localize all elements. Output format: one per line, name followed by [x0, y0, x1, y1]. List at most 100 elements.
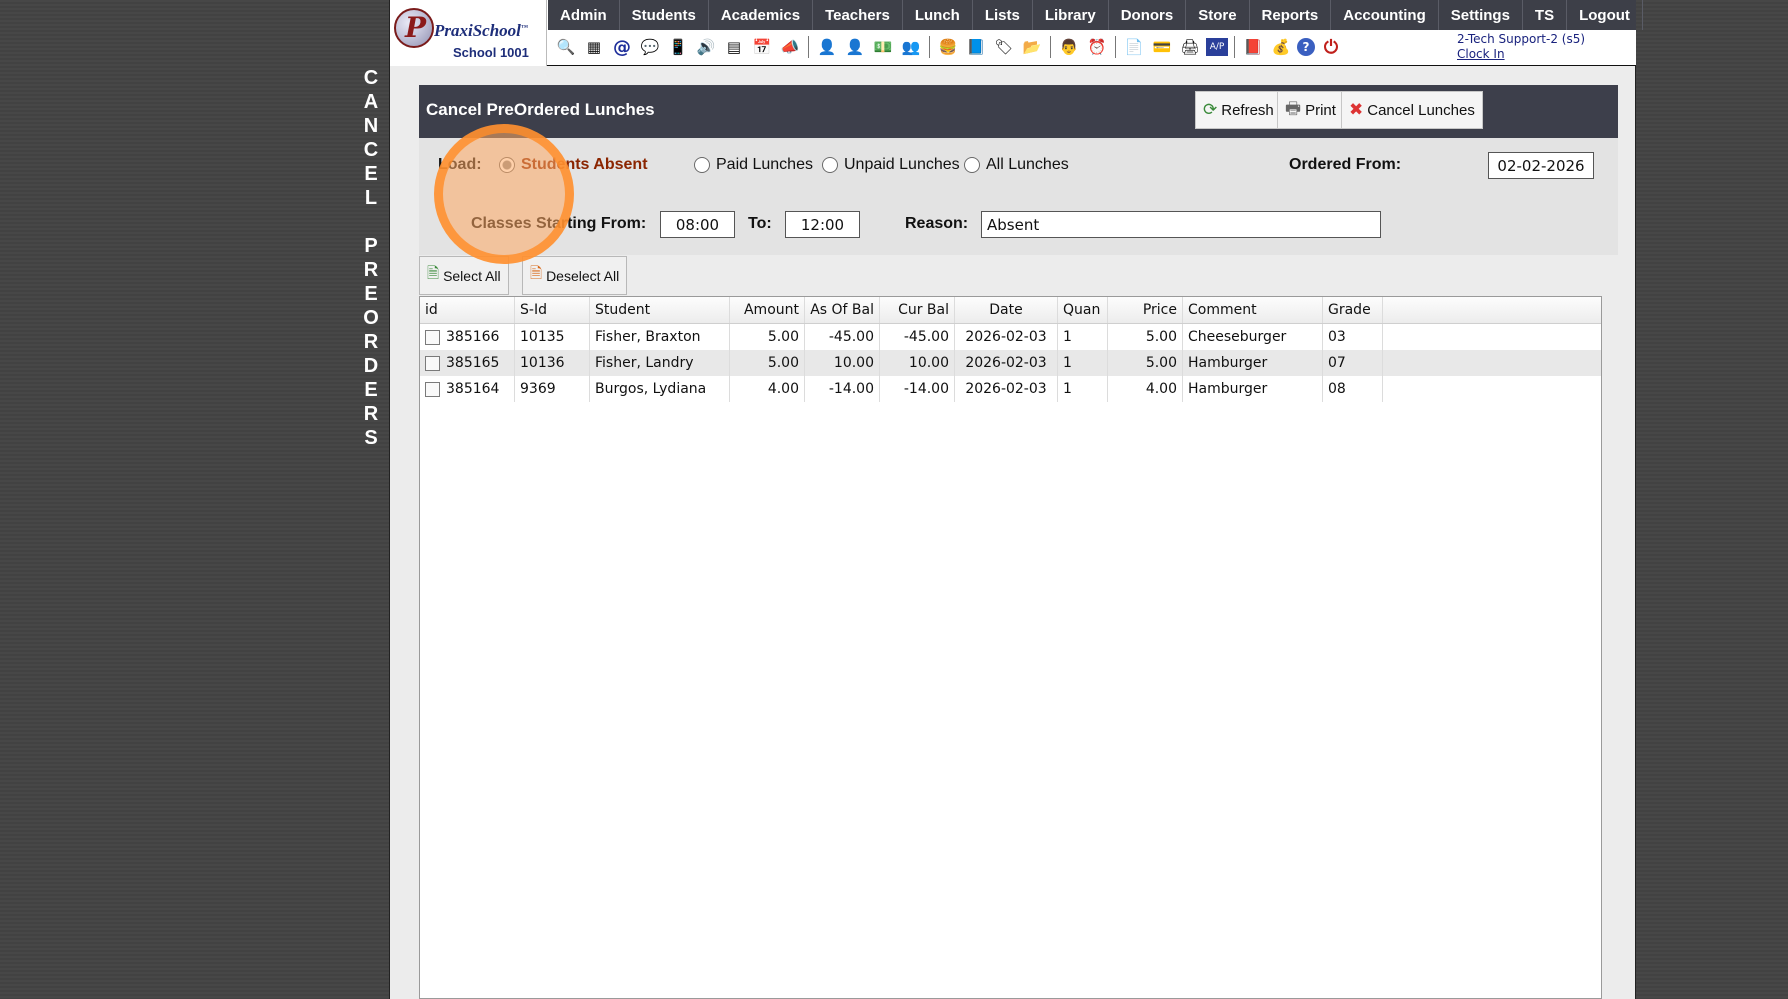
radio-students-absent-label[interactable]: Students Absent	[521, 156, 648, 174]
radio-unpaid-lunches-label[interactable]: Unpaid Lunches	[844, 156, 960, 174]
row-checkbox[interactable]	[425, 381, 440, 397]
side-title-letter: R	[363, 259, 379, 281]
deselect-all-button[interactable]: 🗎 Deselect All	[522, 256, 628, 295]
table-header: id S-Id Student Amount As Of Bal Cur Bal Date Q…	[420, 297, 1601, 324]
column-header-as-of-bal[interactable]: As Of Bal	[805, 297, 880, 323]
menu-teachers[interactable]: Teachers	[813, 0, 903, 30]
table-row[interactable]: 385164 9369 Burgos, Lydiana 4.00 -14.00 -14.0…	[420, 376, 1601, 402]
column-header-student[interactable]: Student	[590, 297, 730, 323]
radio-all-lunches-button[interactable]	[964, 157, 980, 173]
app-window: P PraxiSchool™ School 1001 Admin Students…	[389, 0, 1643, 999]
radio-unpaid-lunches[interactable]: Unpaid Lunches	[822, 156, 960, 174]
radio-all-lunches-label[interactable]: All Lunches	[986, 156, 1069, 174]
radio-unpaid-lunches-button[interactable]	[822, 157, 838, 173]
radio-paid-lunches[interactable]: Paid Lunches	[694, 156, 813, 174]
speaker-icon[interactable]: 🔊	[694, 35, 718, 59]
refresh-button[interactable]: ⟳ Refresh	[1195, 91, 1282, 129]
cell-com: Hamburger	[1183, 350, 1323, 376]
column-header-s-id[interactable]: S-Id	[515, 297, 590, 323]
menu-accounting[interactable]: Accounting	[1331, 0, 1439, 30]
cell-grade: 08	[1323, 376, 1383, 402]
pdf-icon[interactable]: 📕	[1241, 35, 1265, 59]
book-icon[interactable]: 📘	[964, 35, 988, 59]
megaphone-icon[interactable]: 📣	[778, 35, 802, 59]
clock-icon[interactable]: ⏰	[1085, 35, 1109, 59]
printer-icon: 🖶	[1285, 98, 1302, 118]
radio-paid-lunches-label[interactable]: Paid Lunches	[716, 156, 813, 174]
ordered-from-field[interactable]: 02-02-2026	[1488, 152, 1594, 179]
radio-all-lunches[interactable]: All Lunches	[964, 156, 1069, 174]
group-icon[interactable]: 👥	[899, 35, 923, 59]
folder-arrow-icon[interactable]: 📂	[1020, 35, 1044, 59]
menu-academics[interactable]: Academics	[709, 0, 814, 30]
menu-admin[interactable]: Admin	[548, 0, 620, 30]
menu-settings[interactable]: Settings	[1439, 0, 1523, 30]
print-button[interactable]: 🖶 Print	[1277, 91, 1344, 129]
person-alt-icon[interactable]: 👤	[843, 35, 867, 59]
menu-students[interactable]: Students	[620, 0, 709, 30]
column-header-id[interactable]: id	[420, 297, 515, 323]
calendar-grid-icon[interactable]: ▦	[582, 35, 606, 59]
chat-icon[interactable]: 💬	[638, 35, 662, 59]
cancel-lunches-button[interactable]: ✖ Cancel Lunches	[1341, 91, 1483, 129]
logo[interactable]: P PraxiSchool™ School 1001	[390, 0, 547, 66]
column-header-comment[interactable]: Comment	[1183, 297, 1323, 323]
person-icon[interactable]: 👤	[815, 35, 839, 59]
tag-icon[interactable]: 🏷	[992, 35, 1016, 59]
row-checkbox[interactable]	[425, 355, 440, 371]
money-icon[interactable]: 💵	[871, 35, 895, 59]
ap-icon[interactable]: A/P	[1206, 38, 1228, 56]
row-checkbox[interactable]	[425, 329, 440, 345]
cell-sid: 10136	[515, 350, 590, 376]
printer-icon[interactable]: 🖨	[1178, 35, 1202, 59]
search-icon[interactable]: 🔍	[554, 35, 578, 59]
menu-lists[interactable]: Lists	[973, 0, 1033, 30]
menu-library[interactable]: Library	[1033, 0, 1109, 30]
icon-toolbar: 🔍 ▦ @ 💬 📱 🔊 ▤ 📅 📣 👤 👤 💵 👥 🍔 📘 🏷 📂 👨 ⏰ 📄 💳 🖨 A/P 📕 💰? ⏻	[548, 32, 1448, 62]
column-header-grade[interactable]: Grade	[1323, 297, 1383, 323]
select-all-button[interactable]: 🗎 Select All	[419, 256, 509, 295]
phone-icon[interactable]: 📱	[666, 35, 690, 59]
clock-in-link[interactable]: Clock In	[1457, 47, 1585, 62]
power-icon[interactable]: ⏻	[1319, 35, 1343, 59]
cell-stu: Fisher, Braxton	[590, 324, 730, 350]
cell-quan: 1	[1058, 350, 1108, 376]
column-header-amount[interactable]: Amount	[730, 297, 805, 323]
menu-ts[interactable]: TS	[1523, 0, 1568, 30]
card-icon[interactable]: 💳	[1150, 35, 1174, 59]
calendar-icon[interactable]: 📅	[750, 35, 774, 59]
menu-reports[interactable]: Reports	[1250, 0, 1332, 30]
teacher-icon[interactable]: 👨	[1057, 35, 1081, 59]
cancel-x-icon: ✖	[1349, 100, 1364, 119]
radio-paid-lunches-button[interactable]	[694, 157, 710, 173]
menu-logout[interactable]: Logout	[1567, 0, 1643, 30]
column-header-price[interactable]: Price	[1108, 297, 1183, 323]
menu-lunch[interactable]: Lunch	[903, 0, 973, 30]
cell-asof: 10.00	[805, 350, 880, 376]
table-row[interactable]: 385166 10135 Fisher, Braxton 5.00 -45.00 -45.…	[420, 324, 1601, 350]
radio-students-absent[interactable]: Students Absent	[499, 156, 648, 174]
table-row[interactable]: 385165 10136 Fisher, Landry 5.00 10.00 10.00 2…	[420, 350, 1601, 376]
reason-field[interactable]: Absent	[981, 211, 1381, 238]
column-header-date[interactable]: Date	[955, 297, 1058, 323]
logo-name: PraxiSchool™	[434, 21, 528, 40]
user-name: 2-Tech Support-2 (s5)	[1457, 32, 1586, 46]
email-icon[interactable]: @	[610, 35, 634, 59]
side-title-letter: D	[363, 355, 379, 377]
side-title-letter: C	[363, 139, 379, 161]
schedule-icon[interactable]: ▤	[722, 35, 746, 59]
lunch-icon[interactable]: 🍔	[936, 35, 960, 59]
menu-store[interactable]: Store	[1186, 0, 1250, 30]
cell-price: 5.00	[1108, 350, 1183, 376]
help-icon[interactable]: ?	[1297, 38, 1315, 56]
classes-from-field[interactable]: 08:00	[660, 211, 735, 238]
logo-emblem: P	[394, 8, 434, 48]
column-header-cur-bal[interactable]: Cur Bal	[880, 297, 955, 323]
menu-donors[interactable]: Donors	[1109, 0, 1187, 30]
cash-register-icon[interactable]: 💰	[1269, 35, 1293, 59]
refresh-label: Refresh	[1221, 101, 1274, 119]
column-header-quan[interactable]: Quan	[1058, 297, 1108, 323]
radio-students-absent-button[interactable]	[499, 157, 515, 173]
to-field[interactable]: 12:00	[785, 211, 860, 238]
document-icon[interactable]: 📄	[1122, 35, 1146, 59]
